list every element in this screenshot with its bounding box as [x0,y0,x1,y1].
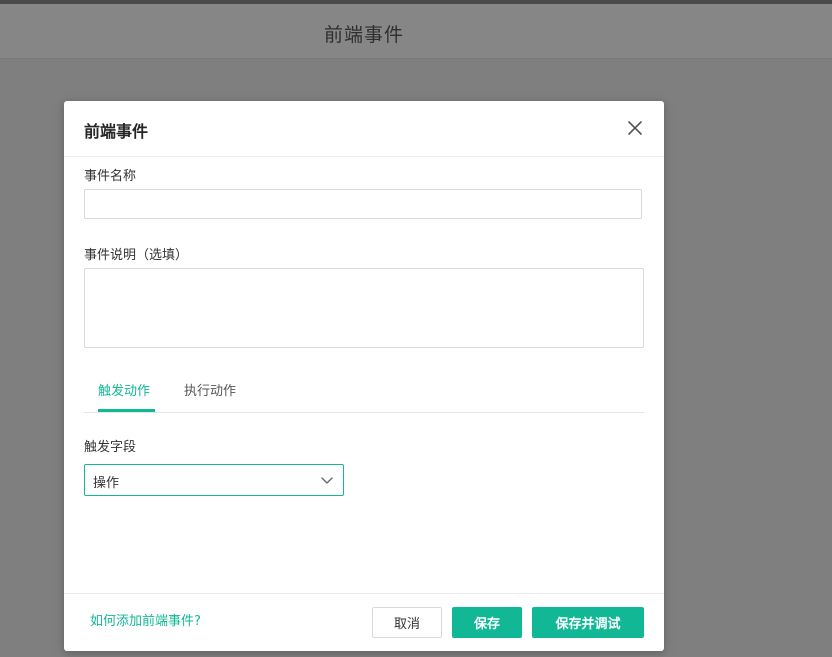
event-name-input[interactable] [84,189,642,219]
action-tabs: 触发动作 执行动作 [84,367,644,413]
event-description-textarea[interactable] [84,268,644,348]
page-title: 前端事件 [324,24,405,46]
dialog-header: 前端事件 [64,101,664,157]
close-icon[interactable] [624,117,646,139]
event-dialog: 前端事件 事件名称 事件说明（选填） 触发动作 执行动作 触发字段 操作 如何添… [64,101,664,651]
page-header: 前端事件 [0,4,832,59]
event-description-label: 事件说明（选填） [84,248,189,263]
dialog-title: 前端事件 [84,122,149,141]
page: 前端事件 前端事件 事件名称 事件说明（选填） 触发动作 执行动作 触发字段 操… [0,0,832,657]
trigger-field-select[interactable]: 操作 [84,464,344,496]
tab-trigger-action[interactable]: 触发动作 [98,380,150,399]
trigger-field-selected-value: 操作 [93,476,120,491]
active-tab-indicator [98,409,155,412]
cancel-button[interactable]: 取消 [372,607,442,638]
trigger-field-label: 触发字段 [84,440,137,455]
dialog-footer: 如何添加前端事件? 取消 保存 保存并调试 [64,593,664,652]
save-button[interactable]: 保存 [452,607,522,638]
help-link[interactable]: 如何添加前端事件? [90,610,201,629]
save-and-debug-button[interactable]: 保存并调试 [532,607,644,638]
event-name-label: 事件名称 [84,169,137,184]
chevron-down-icon [321,477,333,484]
tab-execute-action[interactable]: 执行动作 [184,380,236,399]
